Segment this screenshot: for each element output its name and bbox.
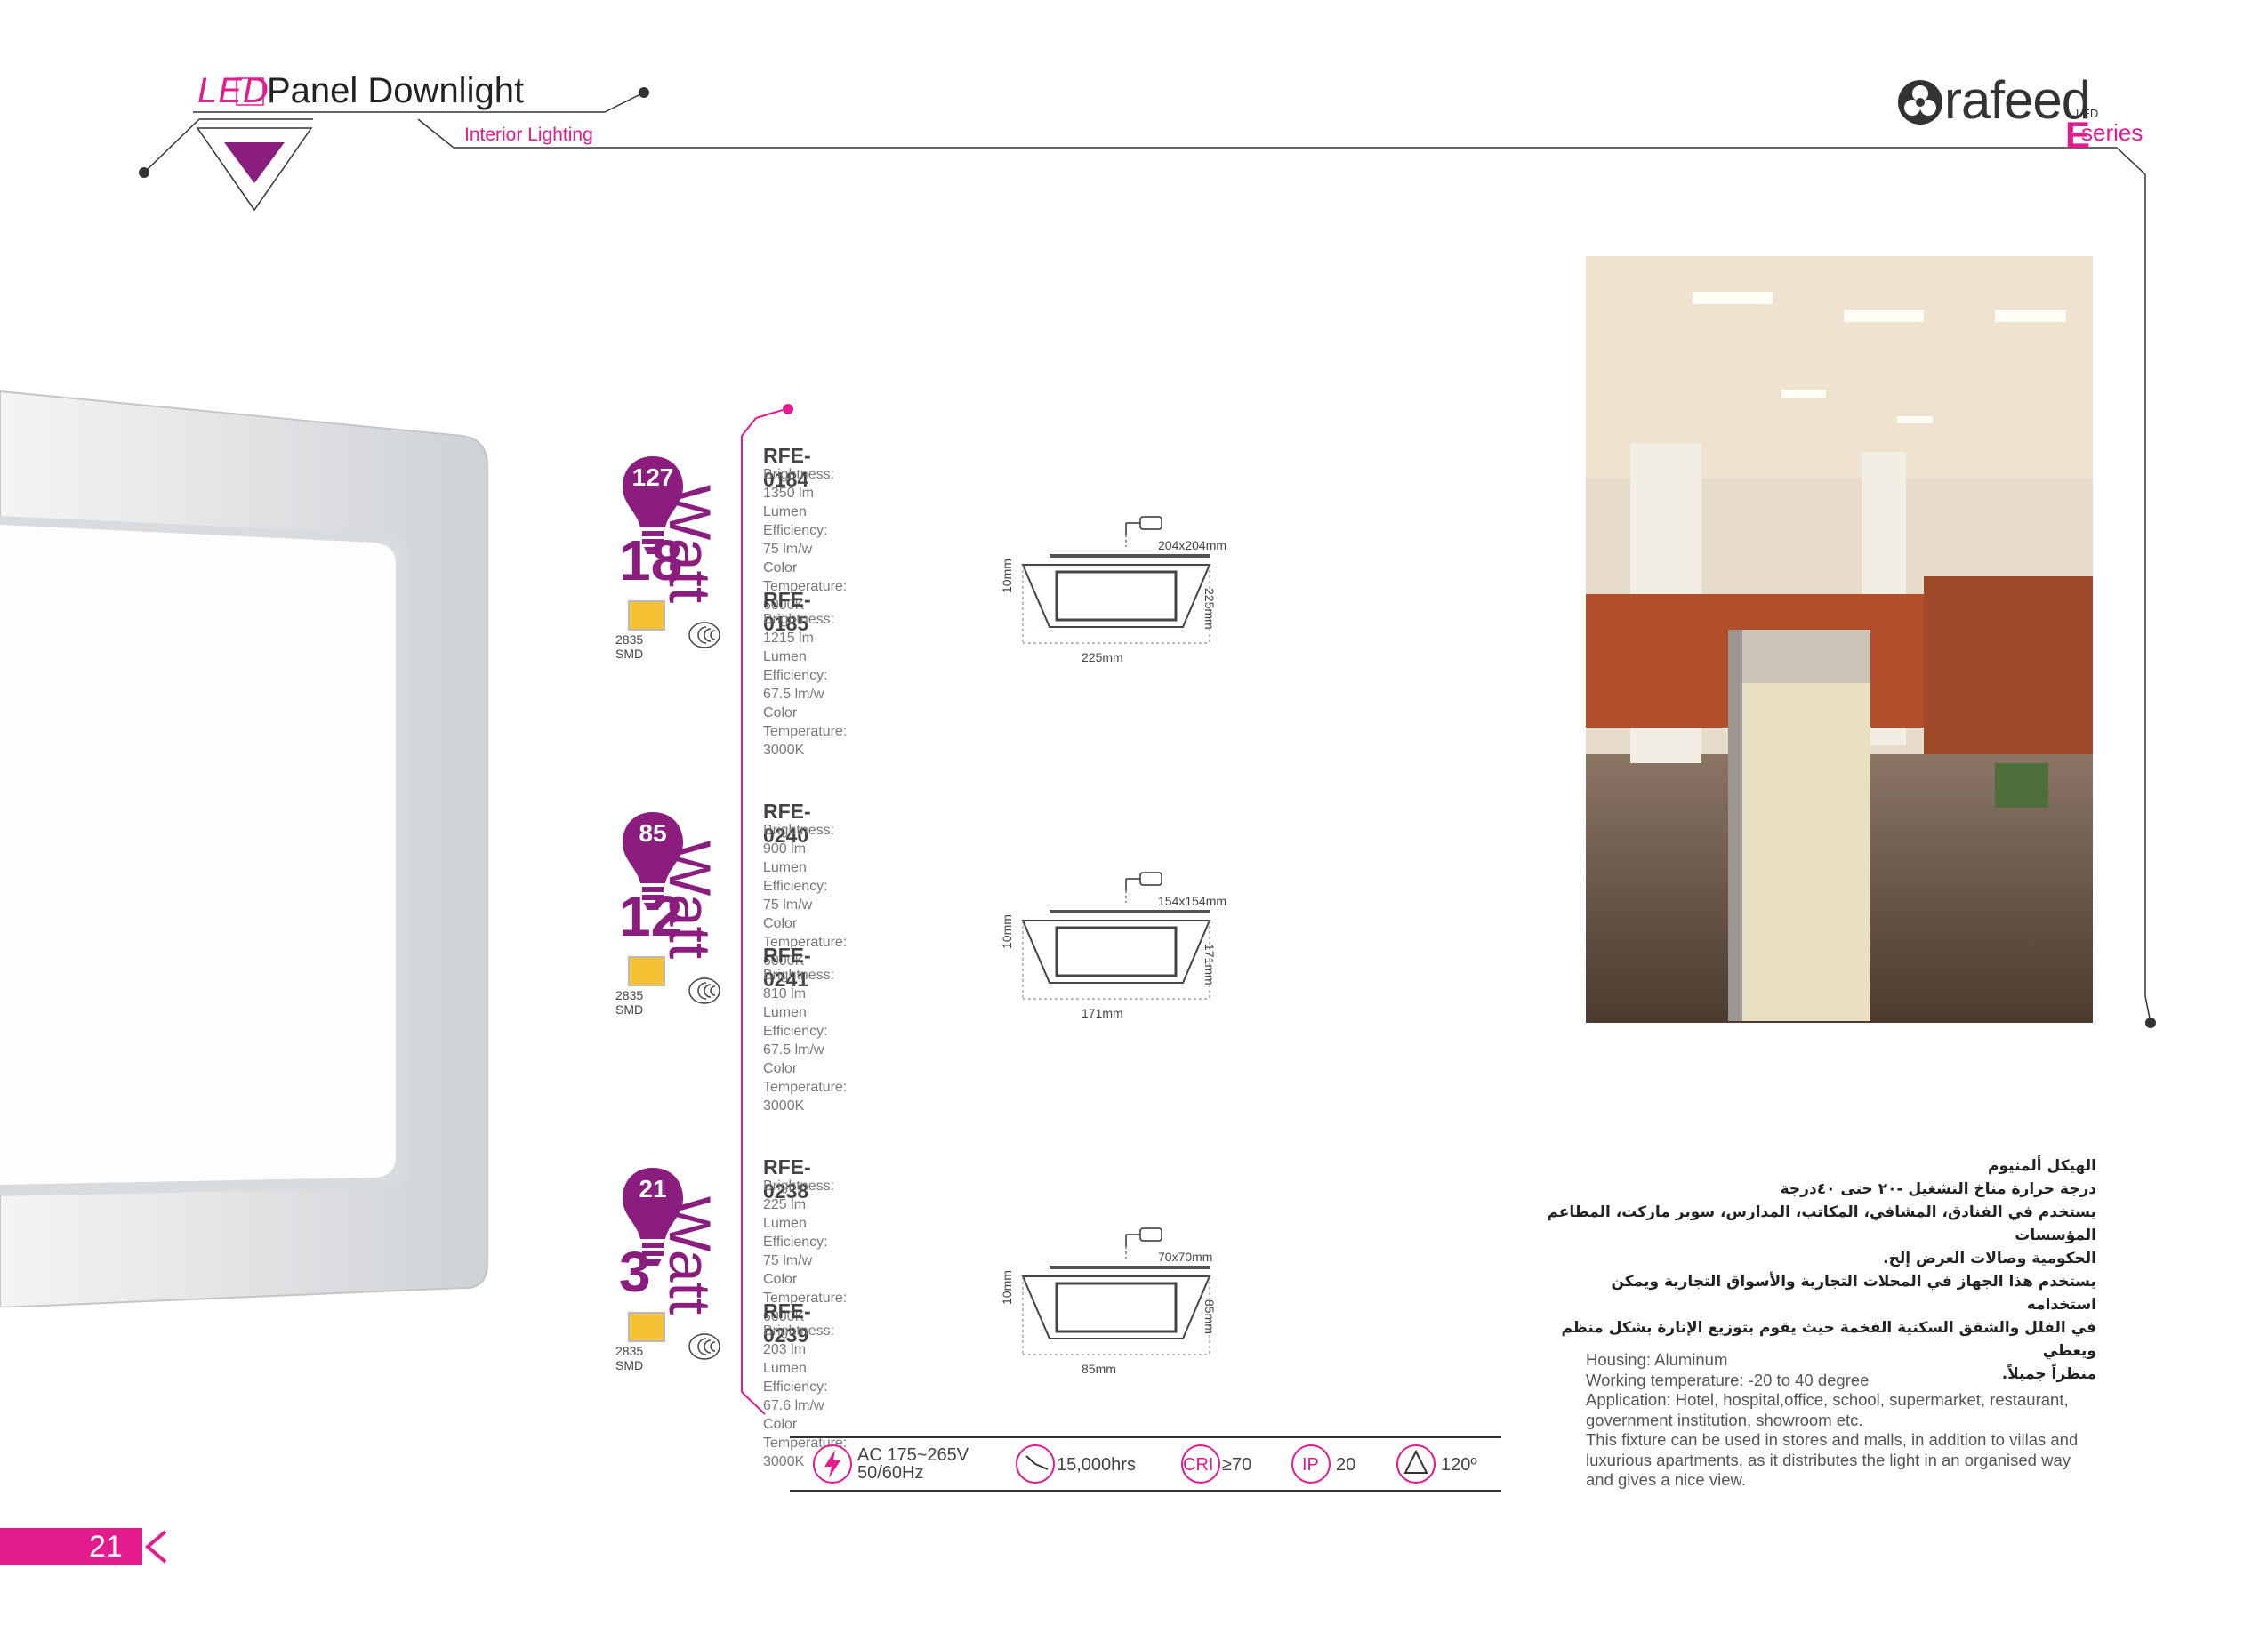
page-subtitle: Interior Lighting	[464, 125, 593, 145]
watt-label: Watt	[657, 841, 723, 960]
model-specs: Brightness: 1215 lm Lumen Efficiency: 67…	[763, 610, 847, 760]
ar-line: يستخدم هذا الجهاز في المحلات التجارية وا…	[1611, 1273, 2097, 1314]
ccc-cert-icon	[688, 977, 720, 1004]
lumen-efficiency: Lumen Efficiency: 67.5 lm/w	[763, 1005, 828, 1058]
voltage-range: AC 175~265V	[857, 1445, 969, 1465]
width-size: 225mm	[1082, 650, 1123, 664]
ccc-cert-icon	[688, 1333, 720, 1360]
voltage-frequency: 50/60Hz	[857, 1463, 924, 1483]
office-interior-photo	[1586, 256, 2093, 1023]
ip-label: IP	[1302, 1455, 1319, 1475]
brightness: Brightness: 1215 lm	[763, 612, 835, 646]
brightness: Brightness: 810 lm	[763, 968, 835, 1002]
led-label: LED	[197, 71, 269, 110]
page-number: 21	[89, 1530, 123, 1564]
height-size: 85mm	[1202, 1299, 1217, 1334]
watt-value: 3	[619, 1240, 651, 1304]
smd-chip-icon	[628, 600, 665, 631]
model-specs: Brightness: 810 lm Lumen Efficiency: 67.…	[763, 966, 847, 1115]
smd-type: 2835 SMD	[615, 988, 644, 1017]
ar-line: درجة حرارة مناخ التشغيل -٢٠ حتى ٤٠درجة	[1780, 1180, 2096, 1198]
depth-size: 10mm	[1000, 1270, 1014, 1305]
panel-product-image	[0, 390, 488, 1307]
page-title: Panel Downlight	[267, 71, 525, 110]
description-english: Housing: Aluminum Working temperature: -…	[1586, 1350, 2102, 1491]
watt-label: Watt	[657, 1196, 723, 1315]
smd-type: 2835 SMD	[615, 632, 644, 661]
cri-value: ≥70	[1222, 1455, 1252, 1475]
ar-line: الهيكل ألمنيوم	[1988, 1157, 2096, 1175]
cutout-size: 70x70mm	[1158, 1250, 1213, 1264]
rafeed-logo-icon	[1898, 80, 1942, 125]
brightness: Brightness: 203 lm	[763, 1323, 835, 1357]
voltage-text: AC 175~265V 50/60Hz	[857, 1446, 969, 1482]
depth-size: 10mm	[1000, 914, 1014, 949]
color-temperature: Color Temperature: 3000K	[763, 705, 848, 758]
ar-line: يستخدم في الفنادق، المشافي، المكاتب، الم…	[1547, 1203, 2096, 1244]
smd-chip-icon	[628, 1312, 665, 1342]
width-size: 85mm	[1082, 1362, 1116, 1376]
en-line: Housing: Aluminum	[1586, 1350, 1728, 1369]
smd-chip-icon	[628, 956, 665, 986]
en-line: Application: Hotel, hospital,office, sch…	[1586, 1390, 2069, 1429]
lumen-efficiency: Lumen Efficiency: 75 lm/w	[763, 504, 828, 557]
width-size: 171mm	[1082, 1006, 1123, 1020]
ar-line: الحكومية وصالات العرض إلخ.	[1883, 1250, 2096, 1267]
cutout-size: 204x204mm	[1158, 538, 1227, 552]
smd-type: 2835 SMD	[615, 1344, 644, 1372]
brand-series: series	[2081, 119, 2143, 146]
cutout-size: 154x154mm	[1158, 894, 1227, 908]
watt-label: Watt	[657, 485, 723, 604]
brightness: Brightness: 225 lm	[763, 1178, 835, 1212]
ccc-cert-icon	[688, 622, 720, 648]
dimension-drawing	[1021, 1227, 1211, 1356]
voltage-icon	[813, 1444, 852, 1484]
lumen-efficiency: Lumen Efficiency: 67.6 lm/w	[763, 1361, 828, 1413]
beam-angle: 120º	[1441, 1455, 1477, 1475]
beam-angle-icon	[1396, 1444, 1436, 1484]
en-line: This fixture can be used in stores and m…	[1586, 1430, 2079, 1489]
height-size: 171mm	[1202, 944, 1217, 985]
brightness: Brightness: 900 lm	[763, 823, 835, 857]
lifetime-hours: 15,000hrs	[1057, 1455, 1136, 1475]
brightness: Brightness: 1350 lm	[763, 467, 835, 501]
en-line: Working temperature: -20 to 40 degree	[1586, 1370, 1870, 1389]
lumen-efficiency: Lumen Efficiency: 67.5 lm/w	[763, 649, 828, 702]
depth-size: 10mm	[1000, 559, 1014, 593]
height-size: 225mm	[1202, 588, 1217, 630]
lumen-efficiency: Lumen Efficiency: 75 lm/w	[763, 860, 828, 913]
cri-label: CRI	[1183, 1455, 1214, 1475]
ip-value: 20	[1336, 1455, 1356, 1475]
lifetime-clock-icon	[1016, 1444, 1055, 1484]
color-temperature: Color Temperature: 3000K	[763, 1061, 848, 1114]
lumen-efficiency: Lumen Efficiency: 75 lm/w	[763, 1216, 828, 1268]
